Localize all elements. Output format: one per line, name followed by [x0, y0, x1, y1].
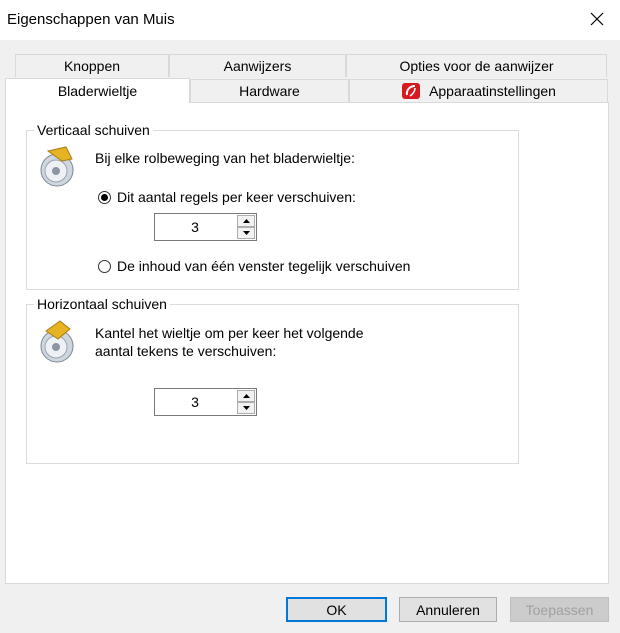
- tab-label: Knoppen: [63, 58, 121, 74]
- lines-increment-button[interactable]: [237, 215, 255, 227]
- tab-apparaatinstellingen[interactable]: Apparaatinstellingen: [349, 79, 608, 102]
- chars-value[interactable]: 3: [155, 389, 235, 415]
- chars-increment-button[interactable]: [237, 390, 255, 402]
- scroll-wheel-icon: [40, 146, 74, 187]
- cancel-label: Annuleren: [416, 601, 480, 618]
- tab-label: Opties voor de aanwijzer: [399, 58, 554, 74]
- lines-decrement-button[interactable]: [237, 227, 255, 239]
- radio-lines-per-scroll[interactable]: [98, 191, 111, 204]
- device-settings-icon: [402, 83, 421, 99]
- horizontal-description-line2: aantal tekens te verschuiven:: [95, 343, 277, 359]
- lines-spinner[interactable]: 3: [154, 213, 257, 241]
- apply-button[interactable]: Toepassen: [510, 597, 609, 622]
- radio-one-screen[interactable]: [98, 260, 111, 273]
- chars-decrement-button[interactable]: [237, 402, 255, 414]
- tilt-wheel-icon: [40, 320, 74, 363]
- tab-label: Aanwijzers: [223, 58, 292, 74]
- chars-spinner-buttons: [237, 390, 255, 414]
- vertical-scroll-legend: Verticaal schuiven: [34, 122, 153, 138]
- tab-hardware[interactable]: Hardware: [190, 79, 349, 102]
- arrow-up-icon: [242, 219, 250, 223]
- vertical-description: Bij elke rolbeweging van het bladerwielt…: [95, 150, 355, 166]
- tab-bladerwieltje[interactable]: Bladerwieltje: [5, 78, 190, 103]
- horizontal-description-line1: Kantel het wieltje om per keer het volge…: [95, 325, 364, 341]
- tab-knoppen[interactable]: Knoppen: [15, 54, 169, 77]
- tab-label: Apparaatinstellingen: [429, 83, 556, 99]
- chars-spinner[interactable]: 3: [154, 388, 257, 416]
- horizontal-scroll-legend: Horizontaal schuiven: [34, 296, 170, 312]
- tab-panel: Verticaal schuiven Bij elke rolbeweging …: [5, 102, 609, 584]
- title-bar: Eigenschappen van Muis: [0, 0, 620, 40]
- tab-label: Bladerwieltje: [57, 83, 138, 99]
- radio-one-screen-label[interactable]: De inhoud van één venster tegelijk versc…: [117, 258, 410, 274]
- arrow-down-icon: [242, 231, 250, 235]
- close-icon: [590, 12, 604, 26]
- cancel-button[interactable]: Annuleren: [399, 597, 497, 622]
- ok-label: OK: [326, 601, 347, 618]
- radio-lines-label[interactable]: Dit aantal regels per keer verschuiven:: [117, 189, 356, 205]
- lines-spinner-buttons: [237, 215, 255, 239]
- tab-label: Hardware: [239, 83, 300, 99]
- apply-label: Toepassen: [525, 601, 594, 618]
- tab-opties-voor-de-aanwijzer[interactable]: Opties voor de aanwijzer: [346, 54, 607, 77]
- lines-value[interactable]: 3: [155, 214, 235, 240]
- close-button[interactable]: [580, 4, 614, 34]
- arrow-up-icon: [242, 394, 250, 398]
- ok-button[interactable]: OK: [286, 597, 387, 622]
- window-title: Eigenschappen van Muis: [7, 11, 175, 28]
- tab-aanwijzers[interactable]: Aanwijzers: [169, 54, 346, 77]
- arrow-down-icon: [242, 406, 250, 410]
